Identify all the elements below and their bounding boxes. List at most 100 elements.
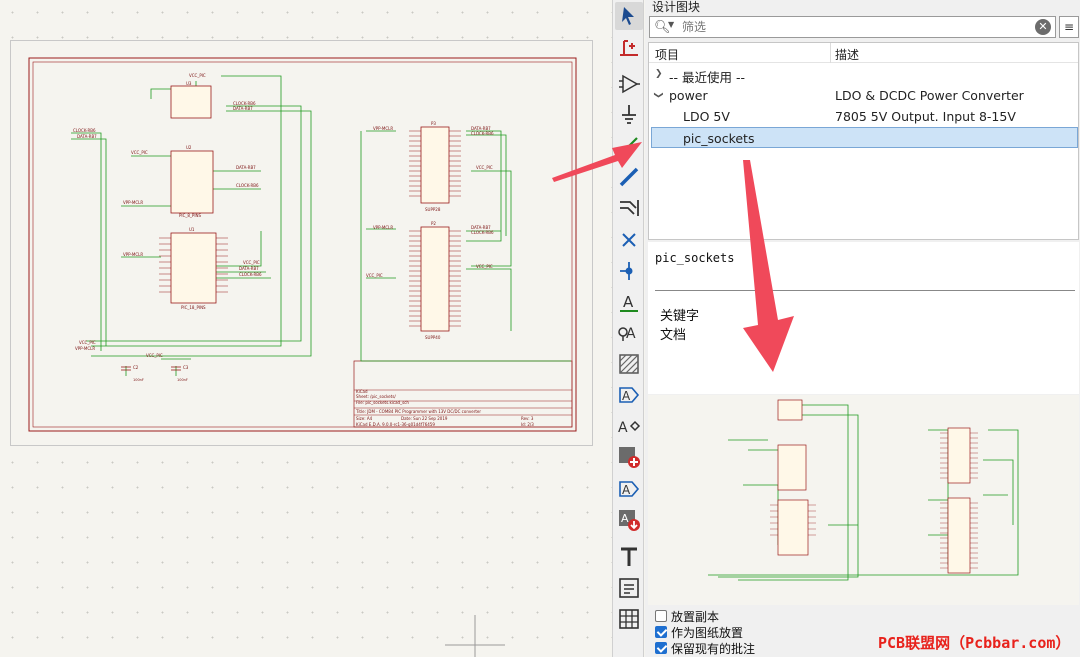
option-place-as-sheet[interactable]: 作为图纸放置 xyxy=(655,624,743,640)
schematic-sheet[interactable]: KiCad Sheet: /pic_sockets/ File: pic_soc… xyxy=(10,40,593,446)
junction-icon[interactable] xyxy=(615,257,643,285)
chevron-down-icon[interactable]: ▼ xyxy=(668,20,674,29)
capacitors xyxy=(121,366,181,371)
tree-row-label: power xyxy=(669,88,708,103)
hier-label-icon[interactable]: A xyxy=(615,381,643,409)
add-design-block-icon[interactable]: A xyxy=(615,506,643,534)
svg-text:CLOCK-RB6: CLOCK-RB6 xyxy=(471,230,494,235)
panel-title: 设计图块 xyxy=(652,0,701,14)
add-table-icon[interactable] xyxy=(615,605,643,633)
svg-text:CLOCK-RB6: CLOCK-RB6 xyxy=(239,272,262,277)
design-blocks-panel: 设计图块 🔍︎ ▼ ✕ ≡ 项目 描述 ❯ -- 最近使用 -- ❯ power… xyxy=(645,0,1080,657)
tb-title: Title: JDM - COM84 PIC Programmer with 1… xyxy=(355,409,481,414)
tree-row-desc: 7805 5V Output. Input 8-15V xyxy=(835,109,1016,124)
svg-text:VCC_PIC: VCC_PIC xyxy=(131,150,148,155)
tb-kicad: KiCad E.D.A. 9.0.0-rc1-36-g01d4f76459 xyxy=(356,422,435,427)
add-power-icon[interactable] xyxy=(615,100,643,128)
schematic-canvas[interactable]: KiCad Sheet: /pic_sockets/ File: pic_soc… xyxy=(0,0,612,657)
svg-text:VPP-MCLR: VPP-MCLR xyxy=(373,126,393,131)
clear-icon[interactable]: ✕ xyxy=(1035,19,1051,35)
tb-rev: Rev: 3 xyxy=(521,416,534,421)
wires xyxy=(71,75,571,376)
option-keep-annotations[interactable]: 保留现有的批注 xyxy=(655,640,755,656)
column-header-item[interactable]: 项目 xyxy=(655,46,679,63)
watermark: PCB联盟网（Pcbbar.com） xyxy=(878,634,1071,652)
svg-text:100nF: 100nF xyxy=(133,378,144,382)
svg-text:CLOCK-RB6: CLOCK-RB6 xyxy=(236,183,259,188)
add-text-icon[interactable] xyxy=(615,543,643,571)
tree-header: 项目 描述 xyxy=(649,43,1078,63)
checkbox-keep-annotations[interactable] xyxy=(655,642,667,654)
no-connect-icon[interactable] xyxy=(615,226,643,254)
svg-text:C2: C2 xyxy=(133,365,139,370)
p3-symbol: P3 SUPP28 VPP-MCLR DATA-RB7 CLOCK-RB6 VC… xyxy=(373,121,494,212)
svg-text:A: A xyxy=(618,420,628,436)
svg-text:VCC_PIC: VCC_PIC xyxy=(189,73,206,78)
add-symbol-icon[interactable] xyxy=(615,70,643,98)
import-sheet-icon[interactable] xyxy=(615,443,643,471)
svg-text:A: A xyxy=(621,512,629,525)
add-wire-icon[interactable] xyxy=(615,132,643,160)
option-place-copy[interactable]: 放置副本 xyxy=(655,608,719,624)
chevron-right-icon[interactable]: ❯ xyxy=(655,69,663,79)
option-label: 保留现有的批注 xyxy=(671,641,756,656)
svg-text:SUPP28: SUPP28 xyxy=(425,207,441,212)
global-label-icon[interactable]: A xyxy=(615,318,643,346)
svg-text:U3: U3 xyxy=(186,81,192,86)
add-textbox-icon[interactable] xyxy=(615,574,643,602)
svg-text:VPP-MCLR: VPP-MCLR xyxy=(373,225,393,230)
preview-drawing xyxy=(708,399,1019,581)
svg-text:A: A xyxy=(626,326,636,342)
tree-row-ldo-5v[interactable]: LDO 5V 7805 5V Output. Input 8-15V xyxy=(649,106,1078,127)
details-divider xyxy=(655,290,1075,291)
column-header-description[interactable]: 描述 xyxy=(835,46,859,63)
tb-size: Size: A4 xyxy=(356,416,373,421)
tb-file: File: pic_sockets.kicad_sch xyxy=(356,400,409,405)
add-bus-icon[interactable] xyxy=(615,163,643,191)
hier-pin-icon[interactable]: A xyxy=(615,412,643,440)
svg-text:P3: P3 xyxy=(431,121,436,126)
svg-text:VPP-MCLR: VPP-MCLR xyxy=(123,200,143,205)
svg-text:DATA-RB7: DATA-RB7 xyxy=(239,266,259,271)
local-net-icon[interactable] xyxy=(615,33,643,61)
p2-symbol: P2 SUPP40 VPP-MCLR DATA-RB7 CLOCK-RB6 VC… xyxy=(366,221,494,340)
design-block-tree[interactable]: 项目 描述 ❯ -- 最近使用 -- ❯ power LDO & DCDC Po… xyxy=(648,42,1079,240)
tb-id: Id: 2/3 xyxy=(521,422,534,427)
sort-settings-icon[interactable]: ≡ xyxy=(1059,16,1079,38)
svg-text:A: A xyxy=(622,389,631,403)
svg-text:VPP-MCLR: VPP-MCLR xyxy=(123,252,143,257)
hier-sheet-icon[interactable] xyxy=(615,350,643,378)
drawing-toolbar: A A A A A A xyxy=(612,0,644,657)
svg-text:PIC_8_PINS: PIC_8_PINS xyxy=(179,213,202,218)
svg-text:SUPP40: SUPP40 xyxy=(425,335,441,340)
u1-symbol: U1 PIC_18_PINS VPP-MCLR VCC_PIC DATA-RB7… xyxy=(123,227,262,310)
svg-text:DATA-RB7: DATA-RB7 xyxy=(233,106,253,111)
svg-text:C3: C3 xyxy=(183,365,189,370)
tree-row-pic-sockets[interactable]: pic_sockets xyxy=(651,127,1078,148)
svg-text:100nF: 100nF xyxy=(177,378,188,382)
svg-text:CLOCK-RB6: CLOCK-RB6 xyxy=(73,128,96,133)
block-details: pic_sockets 关键字 文档 xyxy=(648,242,1079,394)
checkbox-place-as-sheet[interactable] xyxy=(655,626,667,638)
block-name: pic_sockets xyxy=(655,251,735,265)
tree-row-recent[interactable]: ❯ -- 最近使用 -- xyxy=(649,64,1078,85)
bus-entry-icon[interactable] xyxy=(615,194,643,222)
cursor-icon[interactable] xyxy=(615,2,643,30)
option-label: 放置副本 xyxy=(671,609,720,624)
svg-text:A: A xyxy=(623,293,634,311)
tree-row-label: LDO 5V xyxy=(683,109,730,124)
tb-date: Date: Sun 22 Sep 2019 xyxy=(401,416,448,421)
svg-text:VCC_PIC: VCC_PIC xyxy=(243,260,260,265)
directive-label-icon[interactable]: A xyxy=(615,475,643,503)
tree-row-power[interactable]: ❯ power LDO & DCDC Power Converter xyxy=(649,85,1078,106)
chevron-down-icon[interactable]: ❯ xyxy=(653,91,663,99)
checkbox-place-copy[interactable] xyxy=(655,610,667,622)
net-label-icon[interactable]: A xyxy=(615,288,643,316)
svg-text:VCC_PIC: VCC_PIC xyxy=(476,264,493,269)
svg-text:A: A xyxy=(622,483,631,497)
svg-text:VCC_PIC: VCC_PIC xyxy=(79,340,96,345)
filter-box[interactable]: 🔍︎ ▼ ✕ xyxy=(649,16,1056,38)
option-label: 作为图纸放置 xyxy=(671,625,744,640)
filter-input[interactable] xyxy=(682,19,1022,35)
tree-row-desc: LDO & DCDC Power Converter xyxy=(835,88,1024,103)
